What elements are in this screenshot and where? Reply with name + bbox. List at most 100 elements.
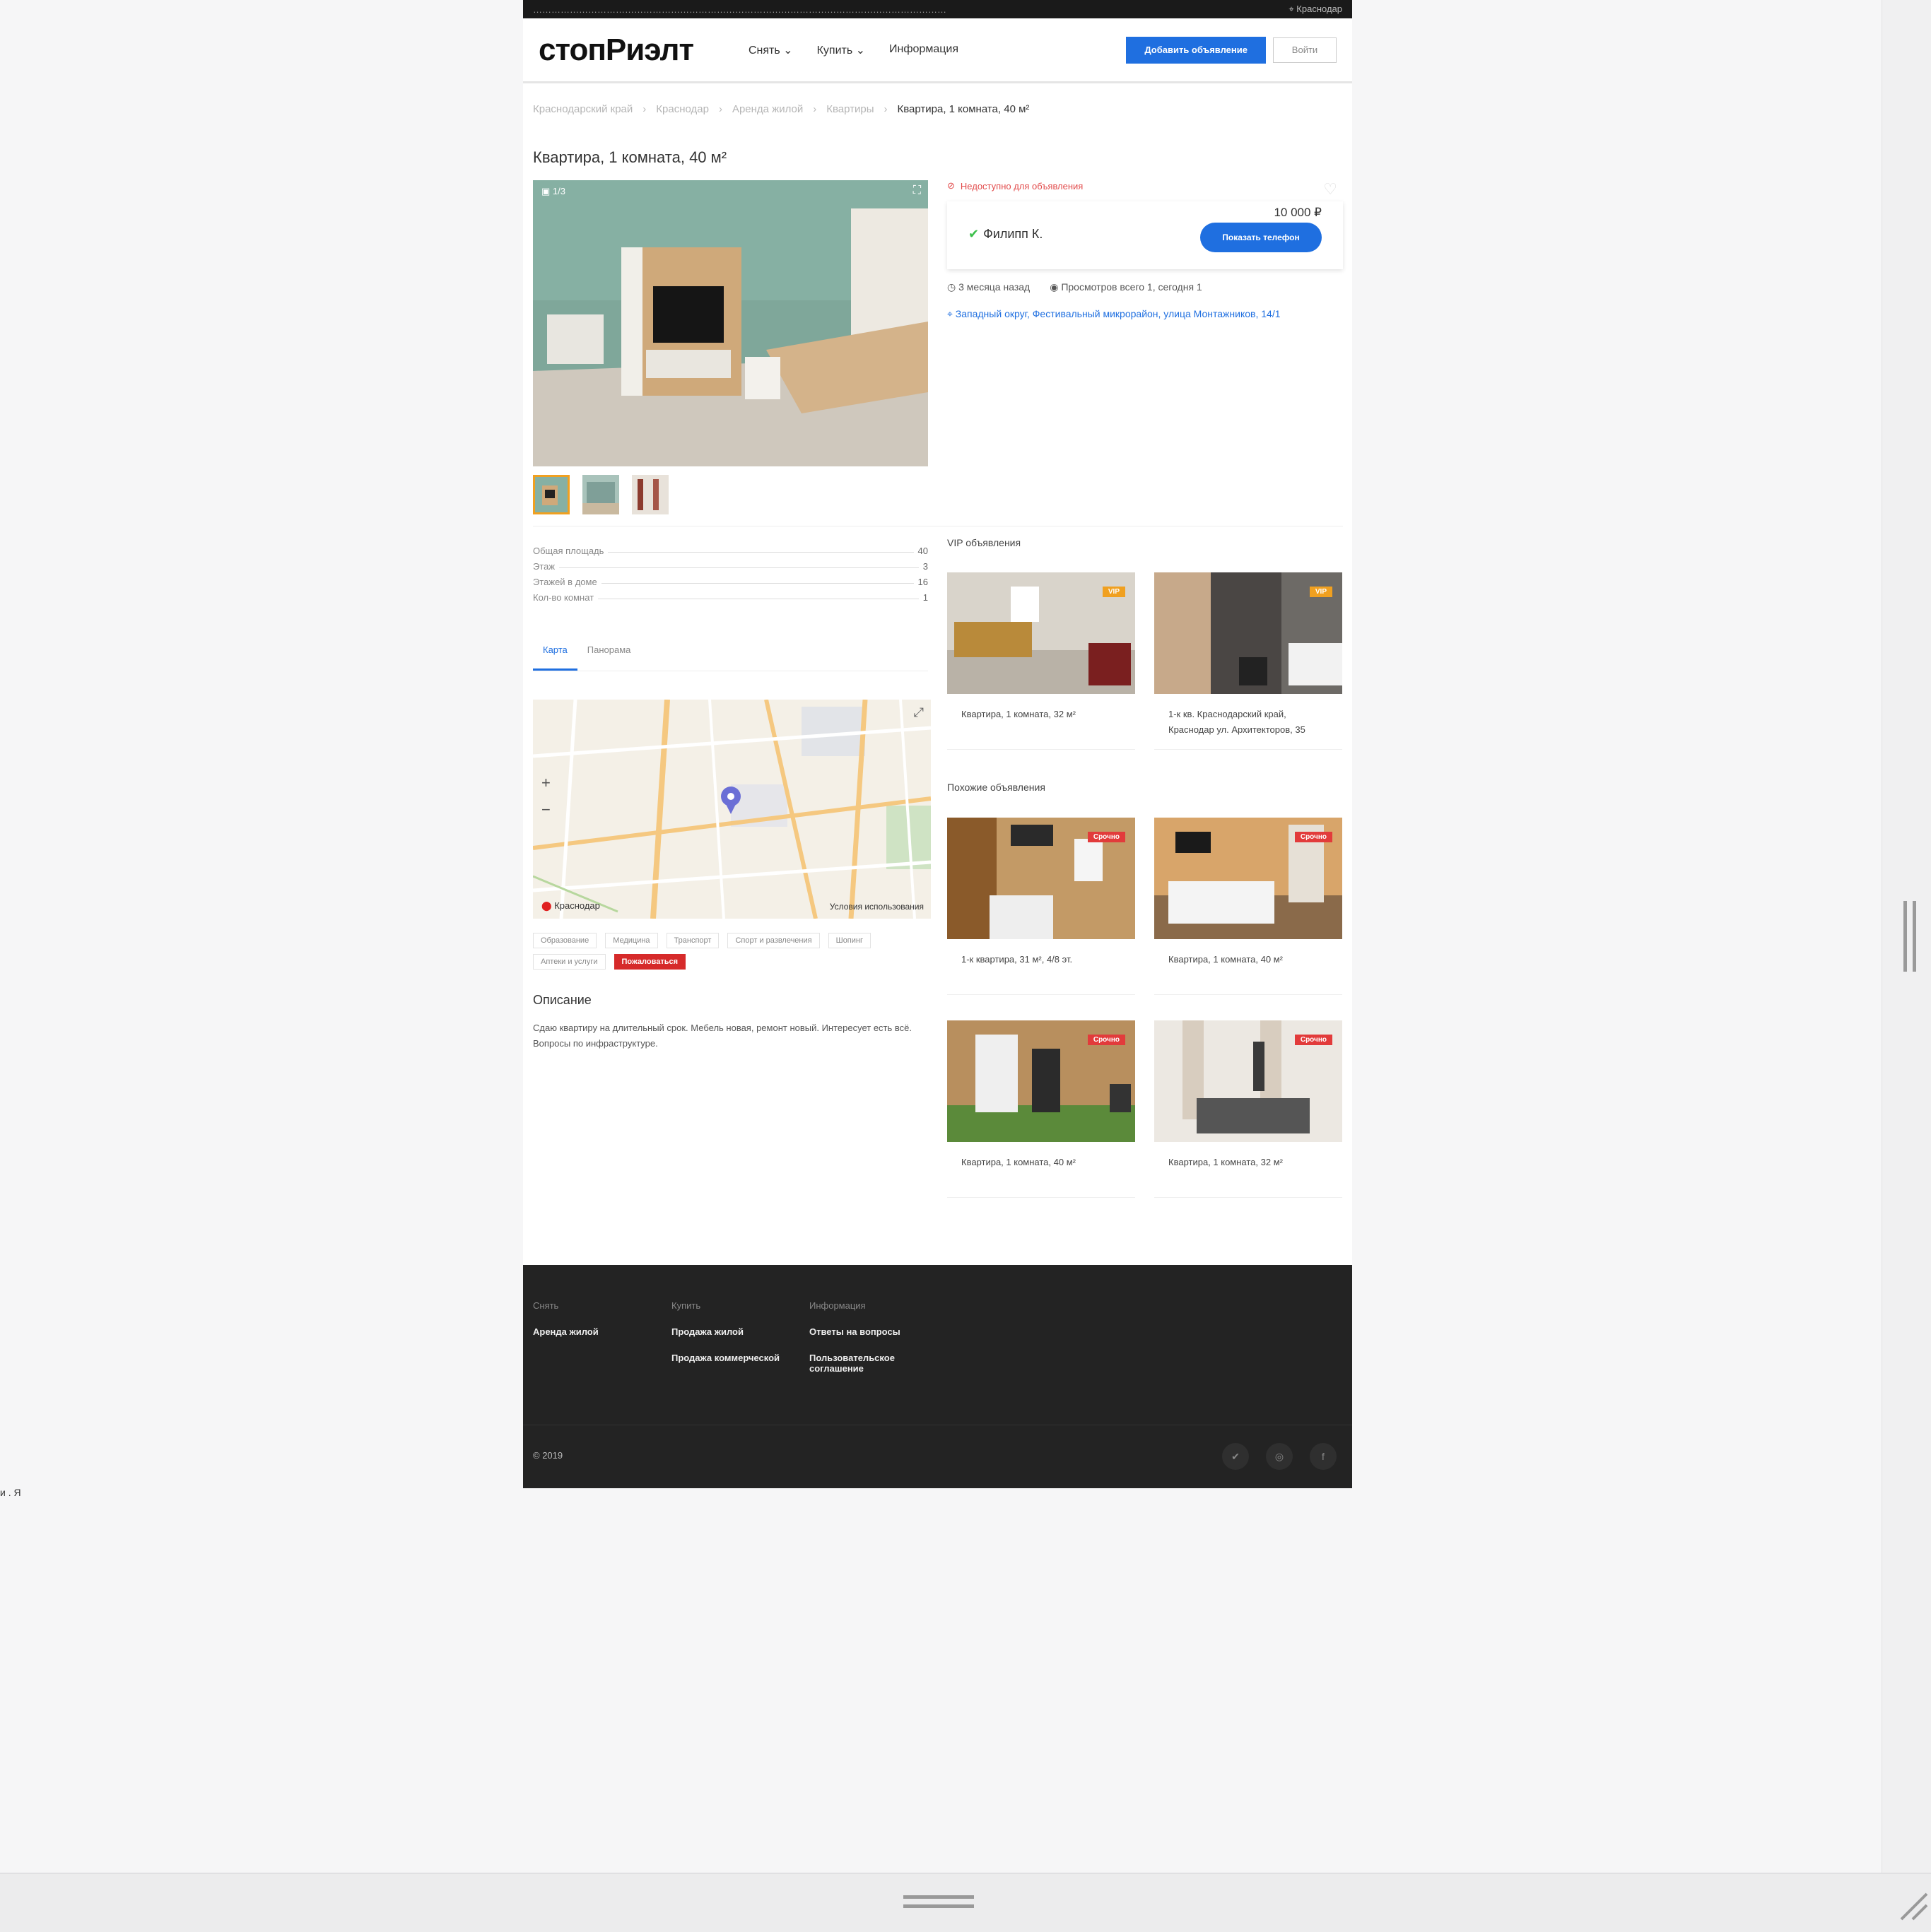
footer-heading: Информация bbox=[809, 1300, 866, 1311]
chip[interactable]: Образование bbox=[533, 933, 597, 948]
chip[interactable]: Аптеки и услуги bbox=[533, 954, 606, 970]
nav-info[interactable]: Информация bbox=[889, 43, 958, 57]
warning-icon: ⊘ bbox=[947, 180, 955, 191]
param-leader bbox=[608, 552, 914, 553]
footer-link[interactable]: Продажа жилой bbox=[671, 1326, 780, 1337]
footer-link[interactable]: Ответы на вопросы bbox=[809, 1326, 915, 1337]
param-label: Общая площадь bbox=[533, 546, 604, 556]
ad-photo: Срочно bbox=[1154, 818, 1342, 939]
zoom-controls: + − bbox=[541, 774, 551, 819]
city-selector[interactable]: ⌖ Краснодар bbox=[1289, 4, 1342, 15]
ok-icon[interactable]: ◎ bbox=[1266, 1443, 1293, 1470]
heart-icon[interactable]: ♡ bbox=[1323, 180, 1337, 199]
view-count-label: Просмотров всего 1, сегодня 1 bbox=[1061, 281, 1202, 293]
posted-date-label: 3 месяца назад bbox=[958, 281, 1031, 293]
social-links: ✔ ◎ f bbox=[1222, 1443, 1337, 1470]
report-button[interactable]: Пожаловаться bbox=[614, 954, 686, 970]
resize-corner-icon[interactable] bbox=[1887, 1880, 1930, 1922]
room-photo-image bbox=[533, 180, 928, 466]
address-link[interactable]: ⌖ Западный округ, Фестивальный микрорайо… bbox=[947, 308, 1281, 320]
listing-notice: ⊘ Недоступно для объявления bbox=[947, 180, 1343, 192]
map-fullscreen-icon[interactable]: ⤢ bbox=[914, 705, 924, 720]
page: …………………………………………………………………………………………………………… bbox=[523, 0, 1352, 1488]
chip[interactable]: Спорт и развлечения bbox=[727, 933, 820, 948]
photo-thumbnails bbox=[533, 475, 669, 514]
posted-date: ◷ 3 месяца назад bbox=[947, 281, 1031, 293]
nav-buy-label: Купить bbox=[816, 44, 853, 57]
ad-photo: VIP bbox=[947, 572, 1135, 694]
param-leader bbox=[559, 567, 919, 568]
breadcrumb-link[interactable]: Квартиры bbox=[826, 103, 874, 115]
zoom-in-icon[interactable]: + bbox=[541, 774, 551, 792]
vip-card[interactable]: VIP 1-к кв. Краснодарский край, Краснода… bbox=[1154, 572, 1342, 750]
chip[interactable]: Шопинг bbox=[828, 933, 871, 948]
login-button[interactable]: Войти bbox=[1273, 37, 1337, 63]
thumbnail[interactable] bbox=[533, 475, 570, 514]
bottom-resize-bar[interactable] bbox=[0, 1873, 1931, 1932]
map[interactable]: + − ⤢ ⬤ Краснодар Условия использования bbox=[533, 700, 931, 919]
similar-card[interactable]: Срочно 1-к квартира, 31 м², 4/8 эт. bbox=[947, 818, 1135, 995]
site-logo[interactable]: стопРиэлт bbox=[539, 33, 694, 68]
chevron-right-icon: › bbox=[884, 103, 888, 115]
add-listing-button[interactable]: Добавить объявление bbox=[1126, 36, 1266, 64]
ad-caption: Квартира, 1 комната, 32 м² bbox=[947, 694, 1135, 750]
map-city: ⬤ Краснодар bbox=[541, 900, 600, 912]
thumbnail[interactable] bbox=[582, 475, 619, 514]
vip-card[interactable]: VIP Квартира, 1 комната, 32 м² bbox=[947, 572, 1135, 750]
thumbnail-image bbox=[582, 475, 619, 514]
param-leader bbox=[601, 583, 914, 584]
fullscreen-icon[interactable]: ⛶ bbox=[913, 184, 921, 197]
address-label: Западный округ, Фестивальный микрорайон,… bbox=[955, 308, 1281, 319]
breadcrumb-link[interactable]: Краснодар bbox=[656, 103, 709, 115]
show-phone-button[interactable]: Показать телефон bbox=[1200, 223, 1322, 252]
footer-link[interactable]: Аренда жилой bbox=[533, 1326, 599, 1337]
similar-card[interactable]: Срочно Квартира, 1 комната, 32 м² bbox=[1154, 1020, 1342, 1198]
infrastructure-chips: Образование Медицина Транспорт Спорт и р… bbox=[533, 933, 929, 970]
seller-card: 10 000 ₽ ✔ Филипп К. Показать телефон bbox=[947, 201, 1343, 269]
seller-name-label: Филипп К. bbox=[983, 227, 1043, 241]
nav-rent[interactable]: Снять ⌄ bbox=[749, 43, 793, 57]
vk-icon[interactable]: ✔ bbox=[1222, 1443, 1249, 1470]
seller-name[interactable]: ✔ Филипп К. bbox=[968, 227, 1043, 242]
tab-panorama[interactable]: Панорама bbox=[577, 640, 641, 671]
tab-map[interactable]: Карта bbox=[533, 640, 577, 671]
facebook-icon[interactable]: f bbox=[1310, 1443, 1337, 1470]
breadcrumb-link[interactable]: Аренда жилой bbox=[732, 103, 803, 115]
view-count: ◉ Просмотров всего 1, сегодня 1 bbox=[1050, 281, 1202, 293]
chip[interactable]: Транспорт bbox=[666, 933, 720, 948]
footer: Снять Аренда жилой Купить Продажа жилой … bbox=[523, 1265, 1352, 1488]
map-image bbox=[533, 700, 931, 919]
map-terms-link[interactable]: Условия использования bbox=[830, 902, 924, 912]
vip-heading: VIP объявления bbox=[947, 537, 1021, 548]
footer-column-rent: Снять Аренда жилой bbox=[533, 1300, 599, 1353]
main-photo[interactable]: ▣ 1/3 ⛶ bbox=[533, 180, 928, 466]
nav-buy[interactable]: Купить ⌄ bbox=[817, 43, 865, 57]
vip-badge: VIP bbox=[1309, 587, 1332, 597]
breadcrumb-link[interactable]: Краснодарский край bbox=[533, 103, 633, 115]
similar-card[interactable]: Срочно Квартира, 1 комната, 40 м² bbox=[1154, 818, 1342, 995]
param-value: 16 bbox=[917, 577, 928, 587]
footer-link[interactable]: Пользовательское соглашение bbox=[809, 1353, 915, 1374]
map-city-label: Краснодар bbox=[554, 900, 600, 911]
resize-grip-icon[interactable] bbox=[903, 1895, 974, 1908]
chip[interactable]: Медицина bbox=[605, 933, 658, 948]
similar-card[interactable]: Срочно Квартира, 1 комната, 40 м² bbox=[947, 1020, 1135, 1198]
chevron-right-icon: › bbox=[718, 103, 722, 115]
footer-link[interactable]: Продажа коммерческой bbox=[671, 1353, 780, 1363]
urgent-badge: Срочно bbox=[1087, 832, 1125, 842]
copyright: © 2019 bbox=[533, 1450, 563, 1461]
footer-column-buy: Купить Продажа жилой Продажа коммерческо… bbox=[671, 1300, 780, 1379]
notice-text: Недоступно для объявления bbox=[960, 180, 1084, 192]
thumbnail[interactable] bbox=[632, 475, 669, 514]
ad-photo: VIP bbox=[1154, 572, 1342, 694]
urgent-badge: Срочно bbox=[1294, 832, 1332, 842]
listing-meta: ◷ 3 месяца назад ◉ Просмотров всего 1, с… bbox=[947, 281, 1202, 293]
vertical-scrollbar[interactable] bbox=[1882, 0, 1931, 1873]
ad-caption: Квартира, 1 комната, 40 м² bbox=[1154, 939, 1342, 995]
chevron-right-icon: › bbox=[813, 103, 817, 115]
zoom-out-icon[interactable]: − bbox=[541, 801, 551, 819]
scrollbar-grip[interactable] bbox=[1903, 901, 1916, 972]
vip-badge: VIP bbox=[1102, 587, 1125, 597]
thumbnail-image bbox=[632, 475, 669, 514]
chevron-right-icon: › bbox=[642, 103, 647, 115]
